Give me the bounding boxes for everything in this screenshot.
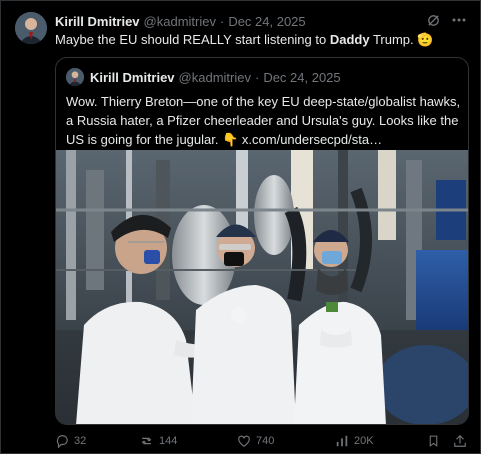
tweet-date[interactable]: Dec 24, 2025 — [228, 14, 305, 29]
views-button[interactable]: 20K — [335, 434, 374, 448]
tweet-header: Kirill Dmitriev @kadmitriev · Dec 24, 20… — [55, 12, 306, 30]
repost-count: 144 — [159, 435, 178, 447]
more-icon[interactable] — [450, 11, 468, 29]
salute-emoji: 🫡 — [417, 32, 434, 47]
reply-count: 32 — [74, 435, 87, 447]
grok-icon[interactable] — [424, 11, 442, 29]
author-handle[interactable]: @kadmitriev — [144, 14, 216, 29]
repost-icon — [139, 434, 154, 448]
author-name[interactable]: Kirill Dmitriev — [55, 14, 140, 29]
repost-button[interactable]: 144 — [139, 434, 177, 448]
quoted-author-name[interactable]: Kirill Dmitriev — [90, 70, 175, 85]
like-icon — [237, 434, 251, 448]
views-icon — [335, 434, 349, 448]
quoted-author-handle[interactable]: @kadmitriev — [179, 70, 251, 85]
views-count: 20K — [354, 435, 374, 447]
quoted-avatar[interactable] — [66, 68, 84, 86]
quoted-separator-dot: · — [254, 69, 260, 85]
tweet-text: Maybe the EU should REALLY start listeni… — [55, 31, 433, 49]
tweet-text-bold: Daddy — [329, 32, 370, 47]
quoted-date[interactable]: Dec 24, 2025 — [263, 70, 340, 85]
share-icon — [453, 434, 467, 448]
pointing-down-emoji: 👇 — [222, 132, 239, 147]
quoted-header: Kirill Dmitriev @kadmitriev · Dec 24, 20… — [66, 68, 341, 86]
avatar[interactable] — [15, 12, 47, 44]
like-button[interactable]: 740 — [237, 434, 274, 448]
quoted-tweet[interactable]: Kirill Dmitriev @kadmitriev · Dec 24, 20… — [55, 57, 469, 425]
quoted-link[interactable]: x.com/undersecpd/sta… — [242, 132, 382, 147]
tweet-text-suffix: Trump. — [369, 32, 414, 47]
tweet[interactable]: Kirill Dmitriev @kadmitriev · Dec 24, 20… — [0, 0, 481, 454]
tweet-text-prefix: Maybe the EU should REALLY start listeni… — [55, 32, 330, 47]
tweet-actions: 32 144 740 20K — [55, 434, 469, 450]
share-button[interactable] — [453, 434, 467, 448]
bookmark-button[interactable] — [427, 434, 440, 448]
quoted-text: Wow. Thierry Breton—one of the key EU de… — [66, 92, 462, 149]
header-actions — [424, 11, 468, 29]
reply-icon — [55, 434, 69, 448]
separator-dot: · — [219, 13, 225, 29]
bookmark-icon — [427, 434, 440, 448]
like-count: 740 — [256, 435, 275, 447]
reply-button[interactable]: 32 — [55, 434, 86, 448]
quoted-photo[interactable] — [56, 150, 468, 424]
